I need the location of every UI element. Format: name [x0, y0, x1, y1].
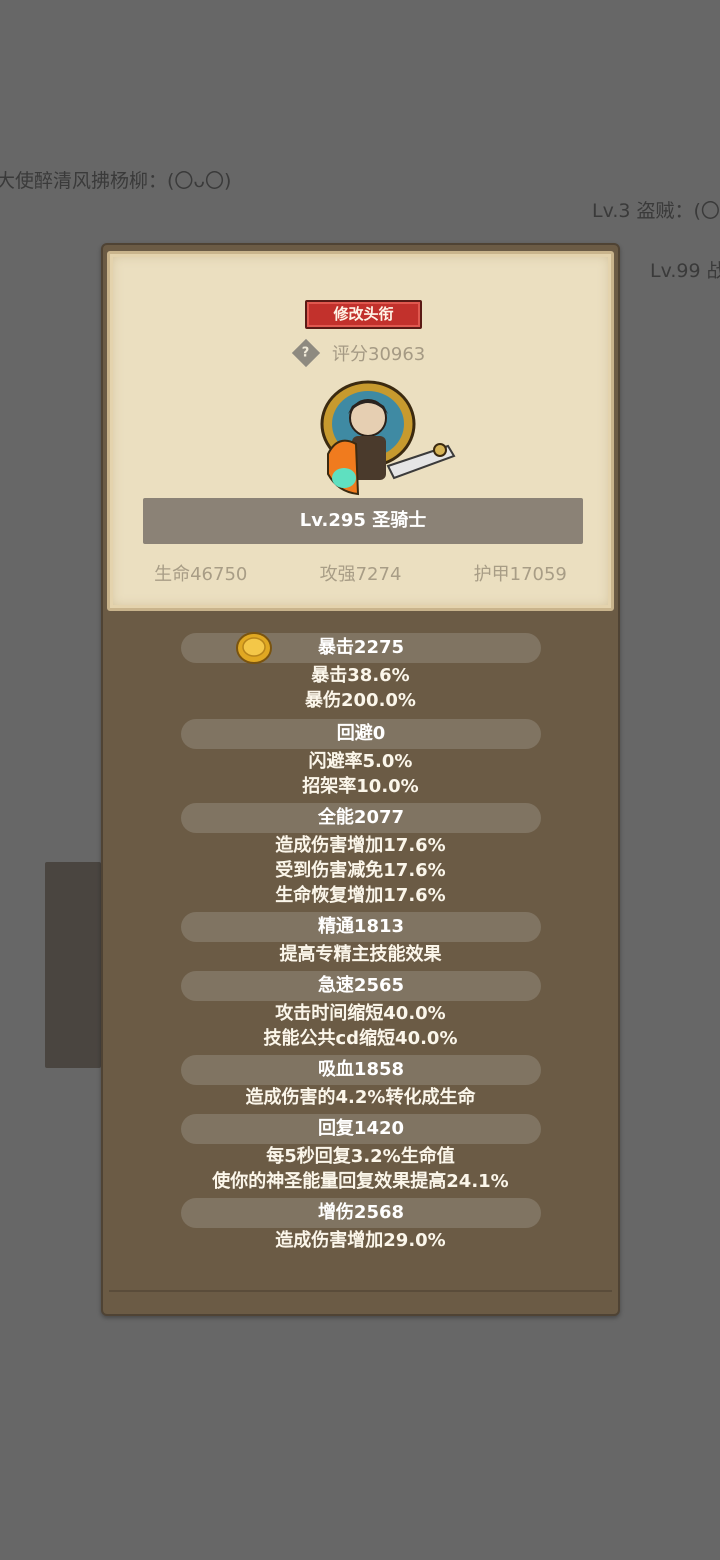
background-panel: [45, 862, 101, 1068]
paladin-avatar-icon: [320, 380, 456, 496]
chat-line: 大使醉清风拂杨柳：(〇ᴗ〇): [0, 170, 232, 192]
attr-header-label: 暴击2275: [317, 637, 405, 658]
chat-line: Lv.3 盗贼：(〇: [592, 200, 720, 222]
attr-header-mastery: 精通1813: [181, 912, 541, 942]
attr-header-crit: 暴击2275: [181, 632, 541, 664]
help-icon-glyph: ?: [302, 345, 310, 361]
attr-line: 造成伤害增加29.0%: [275, 1230, 446, 1251]
attr-line: 造成伤害增加17.6%: [275, 835, 446, 856]
character-info-panel: 修改头衔 ? 评分30963 Lv.295 圣骑士 生命46750 攻强7274…: [101, 243, 620, 1316]
attr-header-regen: 回复1420: [181, 1114, 541, 1144]
panel-divider: [109, 1290, 612, 1292]
score-value: 评分30963: [332, 344, 426, 365]
attr-header-leech: 吸血1858: [181, 1055, 541, 1085]
attr-line: 技能公共cd缩短40.0%: [263, 1028, 458, 1049]
gold-coin-icon: [236, 632, 272, 664]
help-icon[interactable]: ?: [291, 338, 321, 368]
attr-header-versatility: 全能2077: [181, 803, 541, 833]
attribute-list: 暴击2275 暴击38.6% 暴伤200.0% 回避0 闪避率5.0% 招架率1…: [103, 632, 618, 1253]
profile-card: 修改头衔 ? 评分30963 Lv.295 圣骑士 生命46750 攻强7274…: [107, 251, 614, 611]
attr-header-dodge: 回避0: [181, 719, 541, 749]
stat-attack-power: 攻强7274: [319, 564, 402, 585]
attr-line: 使你的神圣能量回复效果提高24.1%: [212, 1171, 509, 1192]
attr-line: 生命恢复增加17.6%: [275, 885, 446, 906]
stat-health: 生命46750: [154, 564, 248, 585]
character-title-banner: Lv.295 圣骑士: [143, 498, 583, 544]
base-stats-row: 生命46750 攻强7274 护甲17059: [110, 560, 611, 588]
chat-line: Lv.99 战: [650, 260, 720, 282]
attr-line: 受到伤害减免17.6%: [275, 860, 446, 881]
attr-line: 暴击38.6%: [311, 665, 410, 686]
attr-line: 暴伤200.0%: [305, 690, 416, 711]
attr-line: 攻击时间缩短40.0%: [275, 1003, 446, 1024]
rename-title-button[interactable]: 修改头衔: [305, 300, 422, 329]
score-row: ? 评分30963: [291, 338, 426, 368]
attr-line: 造成伤害的4.2%转化成生命: [245, 1087, 476, 1108]
attr-header-damage-bonus: 增伤2568: [181, 1198, 541, 1228]
attr-line: 提高专精主技能效果: [279, 944, 442, 965]
attr-line: 招架率10.0%: [302, 776, 419, 797]
stat-armor: 护甲17059: [473, 564, 567, 585]
attr-line: 闪避率5.0%: [308, 751, 413, 772]
attr-header-haste: 急速2565: [181, 971, 541, 1001]
attr-line: 每5秒回复3.2%生命值: [266, 1146, 455, 1167]
